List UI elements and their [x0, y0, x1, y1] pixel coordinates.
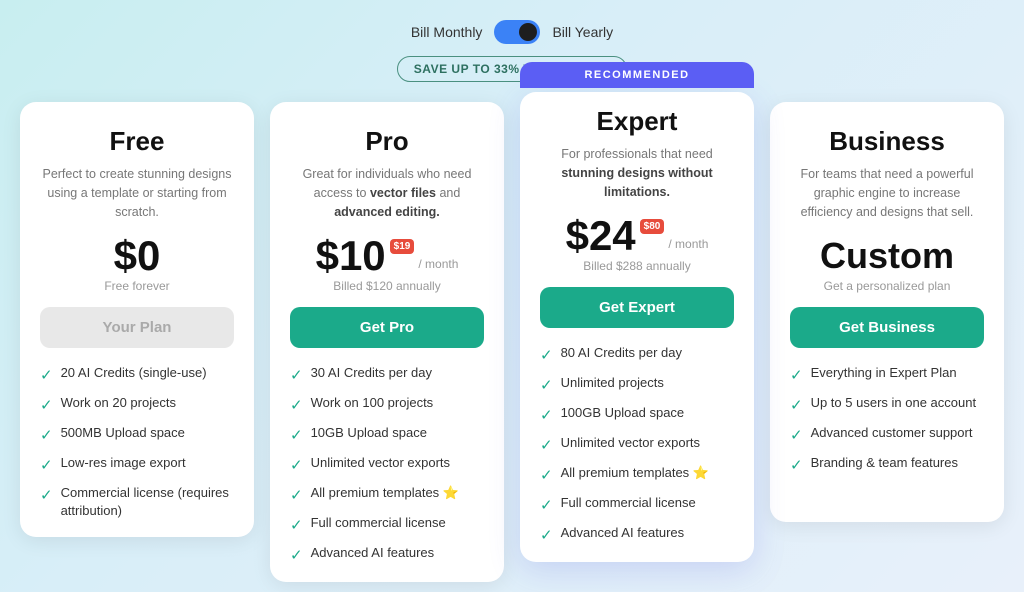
check-icon: ✓ — [540, 405, 553, 426]
plan-btn-free[interactable]: Your Plan — [40, 307, 234, 348]
plan-btn-expert[interactable]: Get Expert — [540, 287, 734, 328]
feature-item: ✓All premium templates ⭐ — [540, 464, 734, 486]
price-period-expert: / month — [668, 237, 708, 251]
feature-item: ✓10GB Upload space — [290, 424, 484, 446]
plan-card-pro: Pro Great for individuals who need acces… — [270, 102, 504, 582]
billing-toggle: Bill Monthly Bill Yearly — [411, 20, 613, 44]
price-business: Custom — [790, 235, 984, 277]
feature-item: ✓Branding & team features — [790, 454, 984, 476]
billing-toggle-switch[interactable] — [494, 20, 540, 44]
plan-name-pro: Pro — [290, 126, 484, 157]
bill-yearly-label: Bill Yearly — [552, 24, 613, 40]
check-icon: ✓ — [290, 425, 303, 446]
feature-item: ✓100GB Upload space — [540, 404, 734, 426]
plan-desc-pro: Great for individuals who need access to… — [290, 165, 484, 221]
price-expert: $24 — [566, 215, 636, 257]
feature-item: ✓Commercial license (requires attributio… — [40, 484, 234, 520]
check-icon: ✓ — [40, 455, 53, 476]
feature-item: ✓Advanced customer support — [790, 424, 984, 446]
plans-container: Free Perfect to create stunning designs … — [20, 102, 1004, 582]
feature-item: ✓Low-res image export — [40, 454, 234, 476]
plan-name-business: Business — [790, 126, 984, 157]
price-row-free: $0 — [40, 235, 234, 277]
price-row-expert: $24 $80 / month — [540, 215, 734, 257]
feature-item: ✓All premium templates ⭐ — [290, 484, 484, 506]
plan-desc-business: For teams that need a powerful graphic e… — [790, 165, 984, 221]
check-icon: ✓ — [40, 395, 53, 416]
check-icon: ✓ — [790, 395, 803, 416]
check-icon: ✓ — [40, 365, 53, 386]
feature-item: ✓Work on 100 projects — [290, 394, 484, 416]
features-business: ✓Everything in Expert Plan ✓Up to 5 user… — [790, 364, 984, 476]
check-icon: ✓ — [290, 455, 303, 476]
plan-name-expert: Expert — [540, 106, 734, 137]
check-icon: ✓ — [540, 495, 553, 516]
check-icon: ✓ — [290, 545, 303, 566]
check-icon: ✓ — [290, 515, 303, 536]
plan-name-free: Free — [40, 126, 234, 157]
price-sub-business: Get a personalized plan — [790, 279, 984, 293]
price-pro: $10 — [316, 235, 386, 277]
billed-free: Free forever — [40, 279, 234, 293]
feature-item: ✓Work on 20 projects — [40, 394, 234, 416]
price-period-pro: / month — [418, 257, 458, 271]
check-icon: ✓ — [290, 485, 303, 506]
features-free: ✓20 AI Credits (single-use) ✓Work on 20 … — [40, 364, 234, 520]
feature-item: ✓Full commercial license — [540, 494, 734, 516]
feature-item: ✓Unlimited projects — [540, 374, 734, 396]
plan-btn-business[interactable]: Get Business — [790, 307, 984, 348]
feature-item: ✓Advanced AI features — [290, 544, 484, 566]
check-icon: ✓ — [40, 485, 53, 506]
check-icon: ✓ — [790, 425, 803, 446]
check-icon: ✓ — [540, 525, 553, 546]
billed-pro: Billed $120 annually — [290, 279, 484, 293]
check-icon: ✓ — [790, 455, 803, 476]
recommended-badge: RECOMMENDED — [520, 62, 754, 88]
feature-item: ✓30 AI Credits per day — [290, 364, 484, 386]
features-pro: ✓30 AI Credits per day ✓Work on 100 proj… — [290, 364, 484, 566]
plan-card-expert: RECOMMENDED Expert For professionals tha… — [520, 92, 754, 562]
bill-monthly-label: Bill Monthly — [411, 24, 483, 40]
feature-item: ✓500MB Upload space — [40, 424, 234, 446]
plan-desc-free: Perfect to create stunning designs using… — [40, 165, 234, 221]
feature-item: ✓Unlimited vector exports — [540, 434, 734, 456]
check-icon: ✓ — [540, 435, 553, 456]
billed-expert: Billed $288 annually — [540, 259, 734, 273]
price-old-pro: $19 — [390, 239, 415, 254]
features-expert: ✓80 AI Credits per day ✓Unlimited projec… — [540, 344, 734, 546]
price-old-expert: $80 — [640, 219, 665, 234]
check-icon: ✓ — [540, 465, 553, 486]
plan-card-business: Business For teams that need a powerful … — [770, 102, 1004, 522]
feature-item: ✓Full commercial license — [290, 514, 484, 536]
check-icon: ✓ — [290, 365, 303, 386]
toggle-knob — [519, 23, 537, 41]
feature-item: ✓80 AI Credits per day — [540, 344, 734, 366]
plan-card-free: Free Perfect to create stunning designs … — [20, 102, 254, 537]
plan-btn-pro[interactable]: Get Pro — [290, 307, 484, 348]
price-row-pro: $10 $19 / month — [290, 235, 484, 277]
feature-item: ✓Advanced AI features — [540, 524, 734, 546]
feature-item: ✓Everything in Expert Plan — [790, 364, 984, 386]
feature-item: ✓Unlimited vector exports — [290, 454, 484, 476]
plan-desc-expert: For professionals that need stunning des… — [540, 145, 734, 201]
feature-item: ✓Up to 5 users in one account — [790, 394, 984, 416]
check-icon: ✓ — [790, 365, 803, 386]
check-icon: ✓ — [290, 395, 303, 416]
check-icon: ✓ — [540, 375, 553, 396]
check-icon: ✓ — [540, 345, 553, 366]
check-icon: ✓ — [40, 425, 53, 446]
feature-item: ✓20 AI Credits (single-use) — [40, 364, 234, 386]
price-free: $0 — [114, 235, 161, 277]
